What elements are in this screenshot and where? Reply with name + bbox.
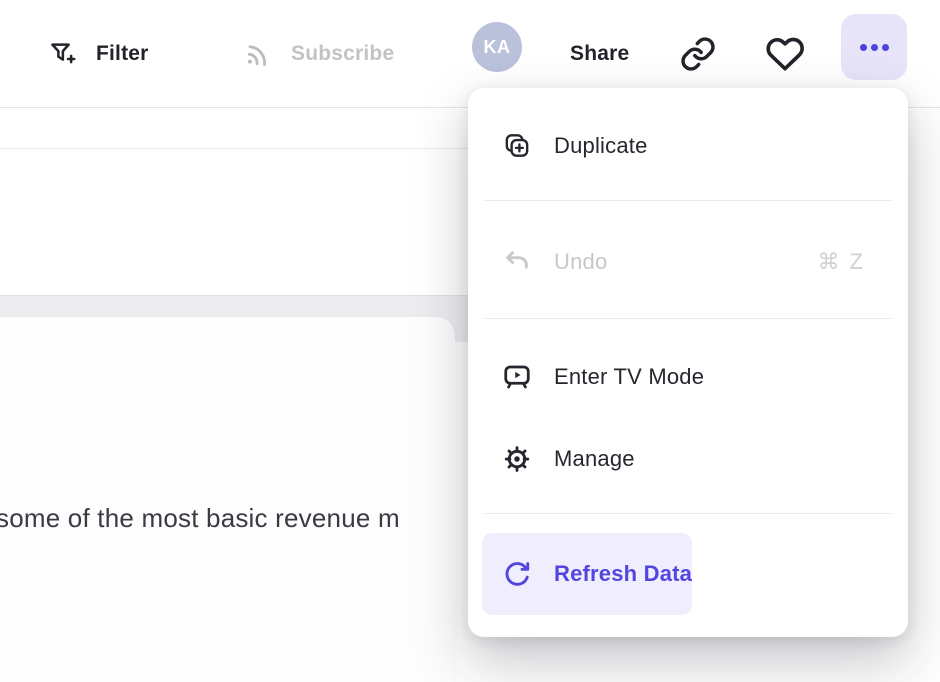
menu-divider: [484, 513, 892, 514]
user-avatar[interactable]: KA: [472, 22, 522, 72]
link-icon: [679, 35, 717, 73]
dashboard-text-fragment: some of the most basic revenue m: [0, 503, 400, 534]
more-options-button[interactable]: [841, 14, 907, 80]
duplicate-label: Duplicate: [554, 133, 648, 159]
menu-divider: [484, 318, 892, 319]
manage-label: Manage: [554, 446, 635, 472]
menu-item-refresh-data[interactable]: Refresh Data: [482, 533, 692, 615]
menu-item-duplicate[interactable]: Duplicate: [468, 105, 908, 187]
menu-divider: [484, 200, 892, 201]
dashboard-screen: some of the most basic revenue m Filter: [0, 0, 940, 662]
rss-subscribe-icon: [243, 36, 273, 73]
menu-item-manage[interactable]: Manage: [468, 418, 908, 500]
subscribe-label: Subscribe: [291, 42, 394, 66]
undo-label: Undo: [554, 249, 607, 275]
ellipsis-icon: [860, 44, 889, 51]
refresh-icon: [502, 559, 532, 589]
card-header-divider: [0, 148, 468, 149]
tv-mode-label: Enter TV Mode: [554, 364, 704, 390]
duplicate-icon: [502, 131, 532, 161]
share-label: Share: [570, 42, 629, 66]
text-card: [0, 317, 455, 682]
copy-link-button[interactable]: [672, 28, 724, 80]
more-options-menu: Duplicate Undo ⌘ Z Enter TV M: [468, 88, 908, 637]
gear-icon: [502, 444, 532, 474]
avatar-initials: KA: [484, 37, 511, 58]
filter-button[interactable]: Filter: [48, 0, 149, 108]
filter-label: Filter: [96, 42, 149, 66]
refresh-data-label: Refresh Data: [554, 561, 692, 587]
undo-icon: [502, 247, 532, 277]
heart-icon: [764, 33, 806, 75]
subscribe-button[interactable]: Subscribe: [243, 0, 394, 108]
undo-shortcut: ⌘ Z: [817, 249, 908, 275]
filter-plus-icon: [48, 35, 78, 73]
tv-mode-icon: [502, 362, 532, 392]
menu-item-undo[interactable]: Undo ⌘ Z: [468, 221, 908, 303]
menu-item-enter-tv-mode[interactable]: Enter TV Mode: [468, 336, 908, 418]
favorite-button[interactable]: [758, 26, 812, 82]
